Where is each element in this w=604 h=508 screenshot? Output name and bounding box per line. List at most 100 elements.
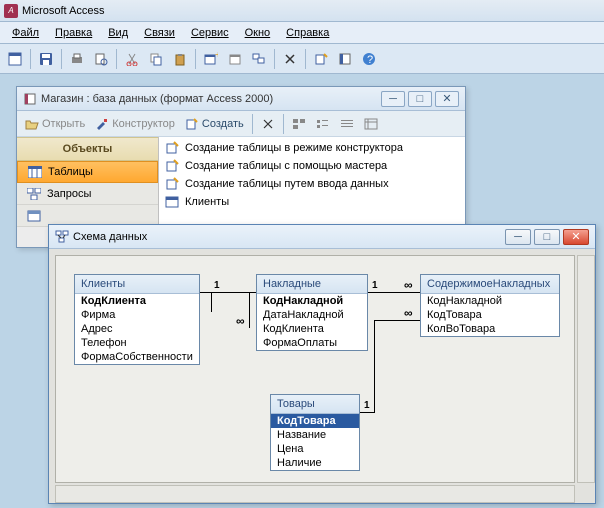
table-box-contents[interactable]: СодержимоеНакладных КодНакладной КодТова… — [420, 274, 560, 337]
relation-one: 1 — [372, 280, 378, 291]
relation-many: ∞ — [236, 314, 245, 328]
delete-icon[interactable] — [279, 48, 301, 70]
window-controls: ─ □ ✕ — [505, 229, 589, 245]
nav-tables-label: Таблицы — [48, 166, 93, 178]
database-window-titlebar[interactable]: Магазин : база данных (формат Access 200… — [17, 87, 465, 111]
toolbar-separator — [274, 49, 275, 69]
field[interactable]: Наличие — [271, 456, 359, 470]
menu-window[interactable]: Окно — [239, 25, 277, 41]
svg-text:?: ? — [367, 54, 373, 66]
schema-titlebar[interactable]: Схема данных ─ □ ✕ — [49, 225, 595, 249]
access-app-icon: A — [4, 4, 18, 18]
table-title[interactable]: Товары — [271, 395, 359, 414]
designer-button[interactable]: Конструктор — [91, 116, 179, 132]
nav-tables[interactable]: Таблицы — [17, 161, 158, 183]
field[interactable]: КолВоТовара — [421, 322, 559, 336]
maximize-button[interactable]: □ — [408, 91, 432, 107]
table-title[interactable]: Клиенты — [75, 275, 199, 294]
field-pk[interactable]: КодКлиента — [75, 294, 199, 308]
open-button[interactable]: Открыть — [21, 116, 89, 132]
toolbar-separator — [195, 49, 196, 69]
new-object-icon[interactable] — [310, 48, 332, 70]
field-pk-selected[interactable]: КодТовара — [271, 414, 359, 428]
print-icon[interactable] — [66, 48, 88, 70]
create-table-data-entry[interactable]: Создание таблицы путем ввода данных — [161, 175, 463, 193]
print-preview-icon[interactable] — [90, 48, 112, 70]
menu-relations[interactable]: Связи — [138, 25, 181, 41]
database-window-title: Магазин : база данных (формат Access 200… — [41, 93, 273, 105]
menu-view[interactable]: Вид — [102, 25, 134, 41]
relation-line — [360, 412, 375, 413]
nav-header: Объекты — [17, 137, 158, 161]
field[interactable]: ДатаНакладной — [257, 308, 367, 322]
delete-object-icon[interactable] — [257, 113, 279, 135]
help-icon[interactable]: ? — [358, 48, 380, 70]
show-all-icon[interactable] — [248, 48, 270, 70]
create-table-wizard[interactable]: Создание таблицы с помощью мастера — [161, 157, 463, 175]
menu-service[interactable]: Сервис — [185, 25, 235, 41]
create-icon — [185, 118, 199, 130]
schema-window-title: Схема данных — [73, 231, 147, 243]
field[interactable]: КодНакладной — [421, 294, 559, 308]
wizard-icon — [165, 177, 179, 191]
table-box-clients[interactable]: Клиенты КодКлиента Фирма Адрес Телефон Ф… — [74, 274, 200, 365]
open-icon — [25, 118, 39, 130]
field[interactable]: Телефон — [75, 336, 199, 350]
minimize-button[interactable]: ─ — [381, 91, 405, 107]
close-button[interactable]: ✕ — [435, 91, 459, 107]
paste-icon[interactable] — [169, 48, 191, 70]
list-item-label: Создание таблицы путем ввода данных — [185, 178, 389, 190]
add-table-icon[interactable]: + — [200, 48, 222, 70]
scrollbar-horizontal[interactable] — [55, 485, 575, 503]
menu-file[interactable]: Файл — [6, 25, 45, 41]
toolbar-view-icon[interactable] — [4, 48, 26, 70]
app-titlebar: A Microsoft Access — [0, 0, 604, 22]
field[interactable]: КодКлиента — [257, 322, 367, 336]
queries-icon — [27, 188, 41, 200]
scrollbar-vertical[interactable] — [577, 255, 595, 483]
relation-line — [211, 292, 212, 312]
create-table-designer[interactable]: Создание таблицы в режиме конструктора — [161, 139, 463, 157]
table-clients[interactable]: Клиенты — [161, 193, 463, 211]
create-label: Создать — [202, 118, 244, 130]
wizard-icon — [165, 159, 179, 173]
list-icon[interactable] — [336, 113, 358, 135]
field[interactable]: КодТовара — [421, 308, 559, 322]
minimize-button[interactable]: ─ — [505, 229, 531, 245]
schema-icon — [55, 230, 69, 244]
wizard-icon — [165, 141, 179, 155]
create-button[interactable]: Создать — [181, 116, 248, 132]
close-button[interactable]: ✕ — [563, 229, 589, 245]
field[interactable]: Фирма — [75, 308, 199, 322]
toolbar-separator — [283, 114, 284, 134]
database-toolbar: Открыть Конструктор Создать — [17, 111, 465, 137]
field[interactable]: ФормаОплаты — [257, 336, 367, 350]
relation-many: ∞ — [404, 278, 413, 292]
field[interactable]: Адрес — [75, 322, 199, 336]
table-box-goods[interactable]: Товары КодТовара Название Цена Наличие — [270, 394, 360, 471]
menu-help[interactable]: Справка — [280, 25, 335, 41]
database-icon[interactable] — [334, 48, 356, 70]
large-icons-icon[interactable] — [288, 113, 310, 135]
field[interactable]: ФормаСобственности — [75, 350, 199, 364]
field[interactable]: Цена — [271, 442, 359, 456]
table-title[interactable]: Накладные — [257, 275, 367, 294]
app-title: Microsoft Access — [22, 5, 105, 17]
table-box-invoices[interactable]: Накладные КодНакладной ДатаНакладной Код… — [256, 274, 368, 351]
field-pk[interactable]: КодНакладной — [257, 294, 367, 308]
toolbar-separator — [305, 49, 306, 69]
maximize-button[interactable]: □ — [534, 229, 560, 245]
details-icon[interactable] — [360, 113, 382, 135]
field[interactable]: Название — [271, 428, 359, 442]
cut-icon[interactable] — [121, 48, 143, 70]
table-title[interactable]: СодержимоеНакладных — [421, 275, 559, 294]
small-icons-icon[interactable] — [312, 113, 334, 135]
schema-canvas[interactable]: 1 ∞ 1 ∞ 1 ∞ Клиенты КодКлиента Фирма Адр… — [49, 249, 595, 503]
menu-edit[interactable]: Правка — [49, 25, 98, 41]
nav-queries[interactable]: Запросы — [17, 183, 158, 205]
save-icon[interactable] — [35, 48, 57, 70]
menu-bar: Файл Правка Вид Связи Сервис Окно Справк… — [0, 22, 604, 44]
copy-icon[interactable] — [145, 48, 167, 70]
schema-window: Схема данных ─ □ ✕ 1 ∞ 1 ∞ 1 ∞ Клиенты — [48, 224, 596, 504]
show-hidden-icon[interactable] — [224, 48, 246, 70]
